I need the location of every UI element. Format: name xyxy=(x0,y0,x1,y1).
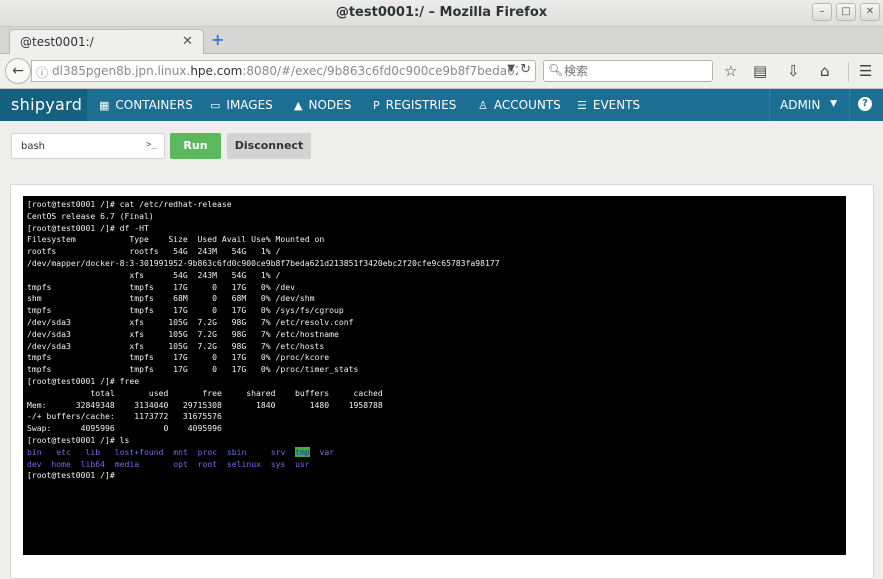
terminal-prompt-icon: >_ xyxy=(146,140,157,150)
tab-close-icon[interactable]: ✕ xyxy=(182,34,193,49)
close-window-button[interactable]: ✕ xyxy=(860,3,880,21)
download-icon[interactable]: ⇩ xyxy=(787,62,800,80)
url-bar[interactable]: ⓘ dl385pgen8b.jpn.linux.hpe.com:8080/#/e… xyxy=(31,60,536,82)
search-input[interactable] xyxy=(564,63,708,79)
reload-icon[interactable]: ↻ xyxy=(520,62,531,77)
back-arrow-icon: ← xyxy=(12,63,24,79)
registry-icon: P xyxy=(373,99,380,112)
exec-page: >_ Run Disconnect [root@test0001 /]# cat… xyxy=(0,121,883,579)
terminal-panel: [root@test0001 /]# cat /etc/redhat-relea… xyxy=(10,184,874,579)
command-field[interactable]: >_ xyxy=(11,133,165,159)
toolbar-separator xyxy=(848,62,849,82)
user-icon: ♙ xyxy=(478,99,488,112)
search-icon: 🔍︎ xyxy=(548,63,564,77)
terminal-screen[interactable]: [root@test0001 /]# cat /etc/redhat-relea… xyxy=(23,196,846,555)
home-icon[interactable]: ⌂ xyxy=(820,62,830,80)
admin-label: ADMIN xyxy=(780,98,821,112)
maximize-button[interactable]: □ xyxy=(836,3,856,21)
back-button[interactable]: ← xyxy=(5,58,31,84)
disconnect-button[interactable]: Disconnect xyxy=(227,133,311,159)
shipyard-logo[interactable]: shipyard xyxy=(0,89,87,121)
search-bar[interactable]: 🔍︎ xyxy=(543,60,713,82)
nav-containers[interactable]: ▦ CONTAINERS xyxy=(99,89,193,121)
drive-icon: ▭ xyxy=(210,99,221,112)
help-icon[interactable]: ? xyxy=(858,97,872,111)
admin-menu[interactable]: ADMIN ▼ xyxy=(769,89,850,121)
nav-accounts[interactable]: ♙ ACCOUNTS xyxy=(478,89,561,121)
terminal-output: [root@test0001 /]# cat /etc/redhat-relea… xyxy=(27,199,500,481)
command-input[interactable] xyxy=(21,139,141,154)
minimize-button[interactable]: – xyxy=(812,3,832,21)
reading-list-icon[interactable]: ▤ xyxy=(753,62,767,80)
browser-tab[interactable]: @test0001:/ ✕ xyxy=(9,29,204,55)
run-button[interactable]: Run xyxy=(170,133,221,159)
sitemap-icon: ▲ xyxy=(294,99,303,112)
nav-images[interactable]: ▭ IMAGES xyxy=(210,89,273,121)
browser-toolbar: ← ⓘ dl385pgen8b.jpn.linux.hpe.com:8080/#… xyxy=(0,54,883,89)
list-icon: ☰ xyxy=(577,99,587,112)
window-titlebar: @test0001:/ – Mozilla Firefox – □ ✕ xyxy=(0,0,883,27)
new-tab-icon[interactable]: + xyxy=(211,30,224,49)
nav-registries[interactable]: P REGISTRIES xyxy=(373,89,456,121)
shipyard-navbar: shipyard ▦ CONTAINERS ▭ IMAGES ▲ NODES P REG… xyxy=(0,89,883,121)
url-text[interactable]: dl385pgen8b.jpn.linux.hpe.com:8080/#/exe… xyxy=(52,64,518,78)
grid-icon: ▦ xyxy=(99,99,110,112)
window-title: @test0001:/ – Mozilla Firefox xyxy=(335,5,548,20)
nav-events[interactable]: ☰ EVENTS xyxy=(577,89,640,121)
tab-strip: @test0001:/ ✕ + xyxy=(0,27,883,55)
url-dropdown-icon[interactable]: ▼ xyxy=(507,63,515,74)
tab-title: @test0001:/ xyxy=(20,35,94,49)
menu-icon[interactable]: ☰ xyxy=(859,62,872,80)
nav-nodes[interactable]: ▲ NODES xyxy=(294,89,351,121)
site-info-icon[interactable]: ⓘ xyxy=(36,64,48,81)
bookmark-star-icon[interactable]: ☆ xyxy=(724,62,737,80)
caret-down-icon: ▼ xyxy=(830,99,837,109)
